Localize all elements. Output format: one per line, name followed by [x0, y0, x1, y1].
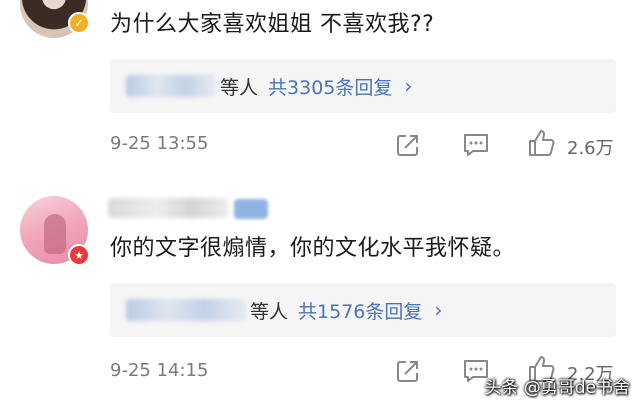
- watermark: 头条 @勇哥de书舍: [484, 378, 630, 398]
- star-badge-icon: ★: [68, 244, 90, 266]
- like-icon[interactable]: [527, 128, 557, 158]
- reply-summary[interactable]: 等人 共3305条回复 ›: [110, 59, 616, 113]
- blurred-reply-names: [126, 299, 246, 321]
- comment-text: 为什么大家喜欢姐姐 不喜欢我??: [110, 12, 435, 37]
- comment-timestamp: 9-25 13:55: [110, 133, 209, 154]
- share-icon[interactable]: [395, 132, 421, 158]
- chevron-right-icon: ›: [404, 74, 413, 98]
- share-icon[interactable]: [395, 358, 421, 384]
- blurred-user-tag: [234, 199, 268, 219]
- like-count: 2.6万: [567, 138, 614, 159]
- reply-count-link[interactable]: 共1576条回复: [298, 297, 422, 324]
- reply-count-link[interactable]: 共3305条回复: [268, 73, 392, 100]
- comment-text: 你的文字很煽情，你的文化水平我怀疑。: [110, 236, 516, 261]
- blurred-reply-names: [126, 75, 216, 97]
- reply-by-label: 等人: [250, 300, 289, 323]
- comment-icon[interactable]: [462, 132, 490, 158]
- comment-timestamp: 9-25 14:15: [110, 360, 209, 381]
- blurred-username[interactable]: [108, 198, 228, 218]
- reply-by-label: 等人: [220, 76, 259, 99]
- verified-badge-icon: ✓: [68, 12, 90, 34]
- reply-summary[interactable]: 等人 共1576条回复 ›: [110, 283, 616, 337]
- chevron-right-icon: ›: [434, 298, 443, 322]
